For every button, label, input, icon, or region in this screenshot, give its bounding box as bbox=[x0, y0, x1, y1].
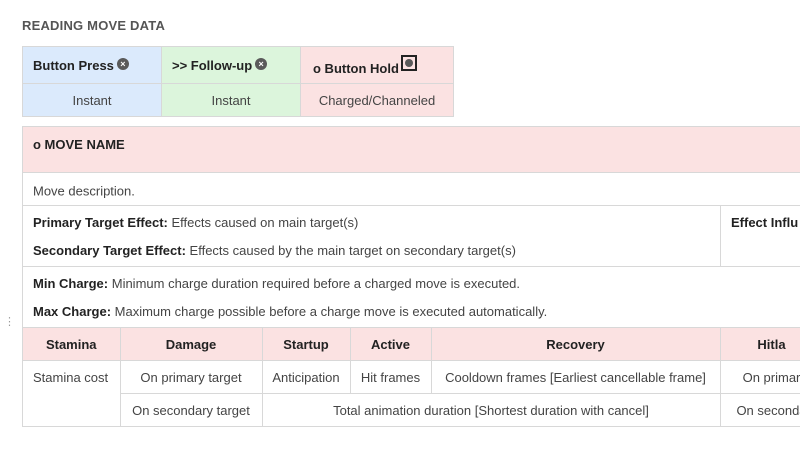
max-charge: Max Charge: Maximum charge possible befo… bbox=[33, 304, 547, 319]
legend-header-row: Button Press × >> Follow-up × o Button Hol… bbox=[22, 46, 454, 84]
move-name-row: o MOVE NAME bbox=[23, 127, 800, 173]
legend-follow-up-label: >> Follow-up bbox=[172, 57, 253, 73]
table-row: Stamina cost On primary target Anticipat… bbox=[23, 360, 800, 427]
recovery-cell: Cooldown frames [Earliest cancellable fr… bbox=[431, 360, 721, 394]
legend-button-hold: o Button Hold bbox=[300, 46, 454, 84]
legend-subtitle-row: Instant Instant Charged/Channeled bbox=[22, 83, 454, 117]
secondary-target-effect: Secondary Target Effect: Effects caused … bbox=[33, 243, 516, 258]
header-stamina: Stamina bbox=[23, 328, 121, 361]
max-charge-text: Maximum charge possible before a charge … bbox=[111, 304, 548, 319]
table-row: On secondary target Total animation dura… bbox=[23, 393, 800, 427]
legend-follow-up-subtitle: Instant bbox=[161, 83, 301, 117]
legend-table: Button Press × >> Follow-up × o Button Hol… bbox=[22, 46, 454, 117]
move-description-row: Move description. bbox=[23, 173, 800, 206]
move-description: Move description. bbox=[33, 183, 135, 199]
hitlag-primary-cell: On primar bbox=[720, 360, 800, 394]
primary-target-effect: Primary Target Effect: Effects caused on… bbox=[33, 215, 358, 230]
charge-row: Min Charge: Minimum charge duration requ… bbox=[23, 267, 800, 328]
primary-target-effect-label: Primary Target Effect: bbox=[33, 215, 168, 230]
stats-header-row: Stamina Damage Startup Active Recovery H… bbox=[23, 328, 800, 361]
legend-button-press: Button Press × bbox=[22, 46, 162, 84]
hitlag-secondary-cell: On seconda bbox=[720, 393, 800, 427]
stamina-cost-cell: Stamina cost bbox=[23, 360, 121, 427]
secondary-target-effect-label: Secondary Target Effect: bbox=[33, 243, 186, 258]
damage-primary-cell: On primary target bbox=[120, 360, 263, 394]
startup-cell: Anticipation bbox=[262, 360, 351, 394]
x-circle-icon[interactable]: × bbox=[116, 57, 129, 70]
min-charge: Min Charge: Minimum charge duration requ… bbox=[33, 276, 520, 291]
active-cell: Hit frames bbox=[350, 360, 432, 394]
move-card: o MOVE NAME Move description. Primary Ta… bbox=[22, 126, 800, 427]
effect-influence-label: Effect Influ bbox=[731, 215, 799, 230]
damage-secondary-cell: On secondary target bbox=[120, 393, 263, 427]
min-charge-label: Min Charge: bbox=[33, 276, 109, 291]
header-active: Active bbox=[350, 328, 432, 361]
page-heading: READING MOVE DATA bbox=[22, 18, 166, 33]
x-circle-icon[interactable]: × bbox=[255, 57, 268, 70]
effect-divider bbox=[720, 206, 721, 266]
legend-button-hold-subtitle: Charged/Channeled bbox=[300, 83, 454, 117]
legend-button-press-subtitle: Instant bbox=[22, 83, 162, 117]
boxed-circle-icon[interactable] bbox=[400, 54, 417, 71]
drag-handle-icon[interactable]: ⋮ bbox=[4, 317, 15, 328]
header-damage: Damage bbox=[120, 328, 263, 361]
max-charge-label: Max Charge: bbox=[33, 304, 112, 319]
legend-button-hold-label: o Button Hold bbox=[313, 60, 399, 76]
primary-target-effect-text: Effects caused on main target(s) bbox=[167, 215, 359, 230]
secondary-target-effect-text: Effects caused by the main target on sec… bbox=[185, 243, 516, 258]
legend-follow-up: >> Follow-up × bbox=[161, 46, 301, 84]
target-effects-row: Primary Target Effect: Effects caused on… bbox=[23, 206, 800, 267]
header-startup: Startup bbox=[262, 328, 351, 361]
stats-table: Stamina Damage Startup Active Recovery H… bbox=[23, 328, 800, 427]
legend-button-press-label: Button Press bbox=[33, 57, 114, 73]
min-charge-text: Minimum charge duration required before … bbox=[108, 276, 521, 291]
total-duration-cell: Total animation duration [Shortest durat… bbox=[262, 393, 721, 427]
header-hitlag: Hitla bbox=[720, 328, 800, 361]
move-name: o MOVE NAME bbox=[33, 137, 125, 152]
header-recovery: Recovery bbox=[431, 328, 721, 361]
